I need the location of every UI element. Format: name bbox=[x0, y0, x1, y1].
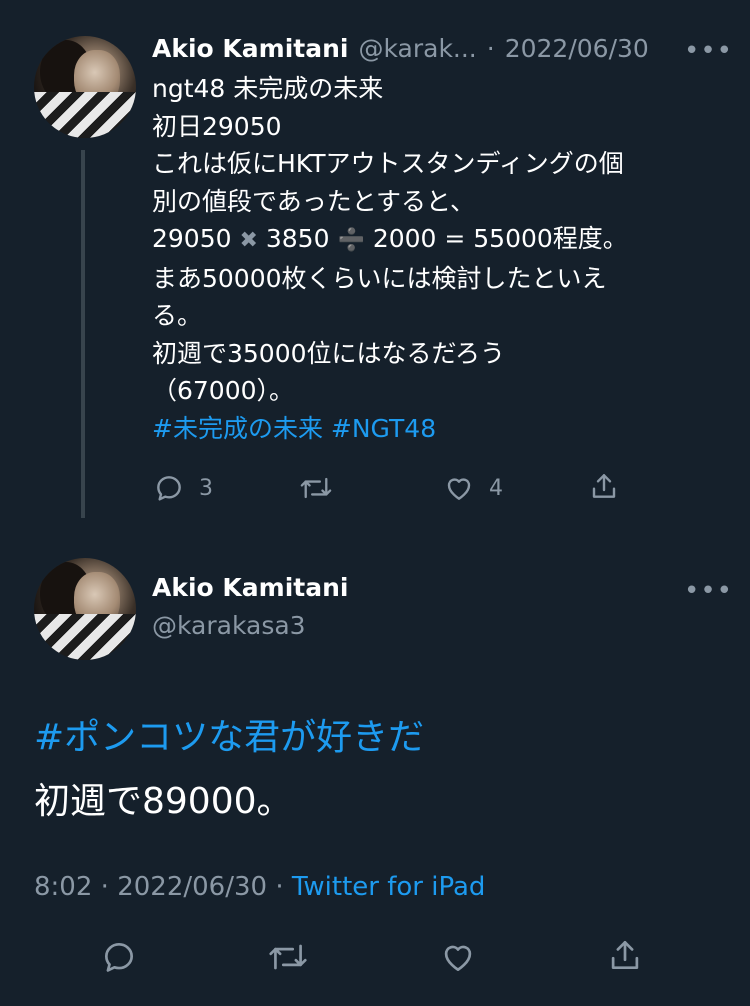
tweet-line-calc: 29050 ✖ 3850 ➗ 2000 = 55000程度。 bbox=[152, 220, 628, 260]
tweet-date[interactable]: 2022/06/30 bbox=[505, 34, 649, 63]
like-button[interactable] bbox=[439, 938, 477, 976]
like-count: 4 bbox=[489, 475, 503, 501]
author-name[interactable]: Akio Kamitani bbox=[152, 573, 348, 602]
tweet-header: Akio Kamitani @karak... · 2022/06/30 bbox=[152, 34, 649, 63]
share-button[interactable] bbox=[588, 470, 620, 502]
retweet-button[interactable] bbox=[298, 472, 334, 504]
retweet-button[interactable] bbox=[266, 938, 310, 976]
tweet-line: （67000）。 bbox=[152, 376, 295, 405]
reply-icon bbox=[100, 938, 138, 976]
reply-icon bbox=[153, 472, 185, 504]
reply-button[interactable] bbox=[100, 938, 138, 976]
like-icon bbox=[439, 938, 477, 976]
tweet-body: ngt48 未完成の未来 初日29050 これは仮にHKTアウトスタンディングの… bbox=[152, 70, 628, 447]
hashtag-link[interactable]: #未完成の未来 #NGT48 bbox=[152, 410, 628, 448]
divide-icon: ➗ bbox=[337, 228, 365, 253]
author-name[interactable]: Akio Kamitani bbox=[152, 34, 348, 63]
tweet-source[interactable]: Twitter for iPad bbox=[292, 872, 486, 902]
like-button[interactable]: 4 bbox=[443, 472, 503, 504]
avatar[interactable] bbox=[34, 36, 136, 138]
more-options-icon[interactable]: ••• bbox=[684, 36, 733, 66]
calc-a: 29050 bbox=[152, 224, 232, 253]
tweet-metadata: 8:02 · 2022/06/30 · Twitter for iPad bbox=[34, 872, 485, 902]
author-handle[interactable]: @karakasa3 bbox=[152, 611, 306, 640]
author-handle[interactable]: @karak... bbox=[358, 34, 476, 63]
reply-button[interactable]: 3 bbox=[153, 472, 213, 504]
reply-count: 3 bbox=[199, 475, 213, 501]
tweet-line: 初日29050 bbox=[152, 111, 282, 141]
tweet-time[interactable]: 8:02 bbox=[34, 872, 92, 902]
tweet-date[interactable]: 2022/06/30 bbox=[117, 872, 267, 902]
separator: · bbox=[486, 34, 495, 63]
tweet-line: まあ50000枚くらいには検討したといえ bbox=[152, 263, 607, 293]
tweet-line: 初週で35000位にはなるだろう bbox=[152, 338, 506, 368]
retweet-icon bbox=[298, 472, 334, 504]
hashtag-link[interactable]: #ポンコツな君が好きだ bbox=[34, 708, 424, 760]
more-options-icon[interactable]: ••• bbox=[684, 576, 733, 606]
retweet-icon bbox=[266, 938, 310, 976]
avatar[interactable] bbox=[34, 558, 136, 660]
tweet-line: る。 bbox=[152, 301, 203, 330]
tweet-line: ngt48 未完成の未来 bbox=[152, 74, 384, 103]
separator: · bbox=[100, 872, 109, 902]
share-button[interactable] bbox=[606, 936, 644, 974]
thread-line bbox=[81, 150, 85, 518]
separator: · bbox=[275, 872, 284, 902]
tweet-text: 初週で89000。 bbox=[34, 781, 293, 822]
tweet-line: 別の値段であったとすると、 bbox=[152, 186, 476, 216]
like-icon bbox=[443, 472, 475, 504]
tweet-line: これは仮にHKTアウトスタンディングの個 bbox=[152, 149, 624, 178]
share-icon bbox=[606, 936, 644, 974]
multiply-icon: ✖ bbox=[239, 228, 258, 253]
calc-c: 2000 = 55000程度。 bbox=[372, 224, 628, 253]
share-icon bbox=[588, 470, 620, 502]
calc-b: 3850 bbox=[265, 224, 330, 253]
